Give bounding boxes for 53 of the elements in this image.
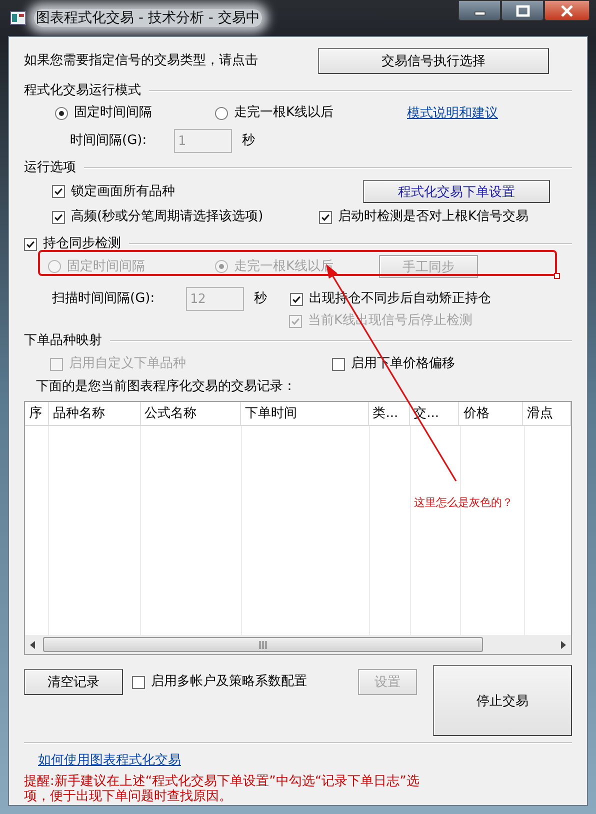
reminder-text: 提醒:新手建议在上述“程式化交易下单设置”中勾选“记录下单日志”选项，便于出现下单问题时查找原因。 xyxy=(24,774,420,804)
checkbox[interactable] xyxy=(319,210,332,224)
checkbox-label: 启用多帐户及策略系数配置 xyxy=(151,674,307,690)
radio-label: 固定时间间隔 xyxy=(74,105,152,121)
scroll-right-icon[interactable] xyxy=(559,640,567,648)
stop-trading-button[interactable]: 停止交易 xyxy=(433,665,572,736)
checkbox-label: 高频(秒或分笔周期请选择该选项) xyxy=(71,209,264,225)
maximize-icon xyxy=(516,4,530,16)
clear-records-button[interactable]: 清空记录 xyxy=(24,669,123,695)
checkbox-label: 启用自定义下单品种 xyxy=(69,356,186,372)
records-caption: 下面的是您当前图表程序化交易的交易记录： xyxy=(36,379,296,395)
column-header[interactable]: 序 xyxy=(25,402,49,425)
checkbox-label: 启动时检测是否对上根K信号交易 xyxy=(338,209,529,225)
section-heading: 持仓同步检测 xyxy=(43,236,121,252)
checkbox[interactable] xyxy=(52,210,65,224)
column-header[interactable]: 品种名称 xyxy=(48,402,141,425)
close-button[interactable] xyxy=(544,0,590,21)
checkbox[interactable] xyxy=(332,358,345,370)
minimize-button[interactable] xyxy=(458,0,501,21)
app-icon xyxy=(10,11,26,25)
scroll-left-icon[interactable] xyxy=(29,640,37,648)
window-title: 图表程式化交易 - 技术分析 - 交易中 xyxy=(34,9,262,27)
mode-help-link[interactable]: 模式说明和建议 xyxy=(407,104,498,122)
column-header[interactable]: 公式名称 xyxy=(140,402,242,425)
unit-label: 秒 xyxy=(254,291,268,307)
scrollbar-thumb[interactable] xyxy=(43,637,483,652)
column-header[interactable]: 下单时间 xyxy=(241,402,369,425)
checkbox[interactable] xyxy=(52,185,65,198)
unit-label: 秒 xyxy=(242,133,255,149)
signal-selection-button[interactable]: 交易信号执行选择 xyxy=(318,48,549,74)
annotation-text: 这里怎么是灰色的？ xyxy=(414,495,513,510)
checkbox[interactable] xyxy=(132,676,145,688)
radio-button[interactable] xyxy=(215,106,228,120)
how-to-use-link[interactable]: 如何使用图表程式化交易 xyxy=(38,751,181,769)
checkbox[interactable] xyxy=(24,238,37,250)
prompt-text: 如果您需要指定信号的交易类型，请点击 xyxy=(24,53,259,69)
section-heading: 下单品种映射 xyxy=(24,333,102,349)
checkbox[interactable] xyxy=(290,292,303,306)
radio-label: 走完一根K线以后 xyxy=(234,105,334,121)
section-heading: 运行选项 xyxy=(24,160,76,176)
order-settings-button[interactable]: 程式化交易下单设置 xyxy=(363,180,550,203)
column-header[interactable]: 价格 xyxy=(459,402,524,425)
scan-interval-label: 扫描时间间隔(G): xyxy=(52,291,156,307)
radio-button[interactable] xyxy=(55,106,68,120)
column-header[interactable]: 类... xyxy=(368,402,410,425)
horizontal-scrollbar[interactable] xyxy=(25,635,571,654)
radio-label: 固定时间间隔 xyxy=(67,258,145,274)
checkbox-label: 锁定画面所有品种 xyxy=(71,184,175,200)
interval-label: 时间间隔(G): xyxy=(70,133,148,149)
section-heading: 程式化交易运行模式 xyxy=(24,83,141,99)
column-header[interactable]: 滑点 xyxy=(523,402,571,425)
close-icon xyxy=(560,4,574,16)
maximize-button[interactable] xyxy=(501,0,544,21)
